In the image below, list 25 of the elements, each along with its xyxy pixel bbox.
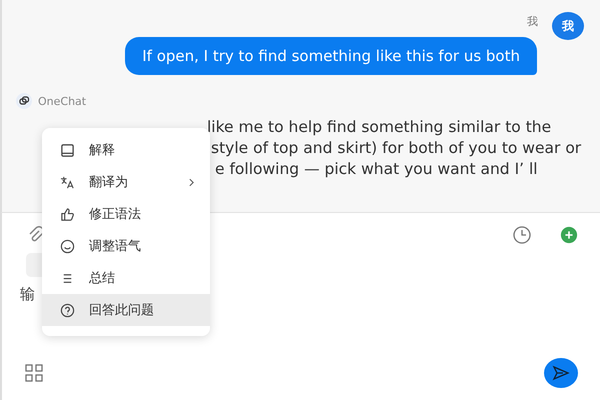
send-button[interactable] [544,358,578,388]
add-icon[interactable] [560,226,578,244]
thumb-icon [60,206,75,222]
grid-icon[interactable] [24,363,44,383]
menu-item[interactable]: 修正语法 [42,198,210,230]
smile-icon [60,238,75,254]
menu-item[interactable]: 回答此问题 [42,294,210,326]
chevron-icon [189,178,194,186]
menu-item[interactable]: 解释 [42,134,210,166]
message-text: style of top and skirt) for both of you to wear or [211,139,582,157]
user-avatar: 我 [552,12,584,40]
menu-item[interactable]: 翻译为 [42,166,210,198]
clock-icon[interactable] [512,225,532,245]
chat-bubbles-icon [16,93,32,109]
bot-name: OneChat [38,94,86,108]
translate-icon [60,174,75,190]
user-message: If open, I try to find something like this for us both [125,37,537,75]
message-text: like me to help find something similar to the [207,118,552,136]
book-icon [60,142,75,158]
menu-item[interactable]: 总结 [42,262,210,294]
message-text: e following — pick what you want and I’ ll [215,160,538,178]
question-icon [60,302,75,318]
paper-plane-icon [551,363,571,383]
sender-name: 我 [527,14,538,28]
menu-item[interactable]: 调整语气 [42,230,210,262]
